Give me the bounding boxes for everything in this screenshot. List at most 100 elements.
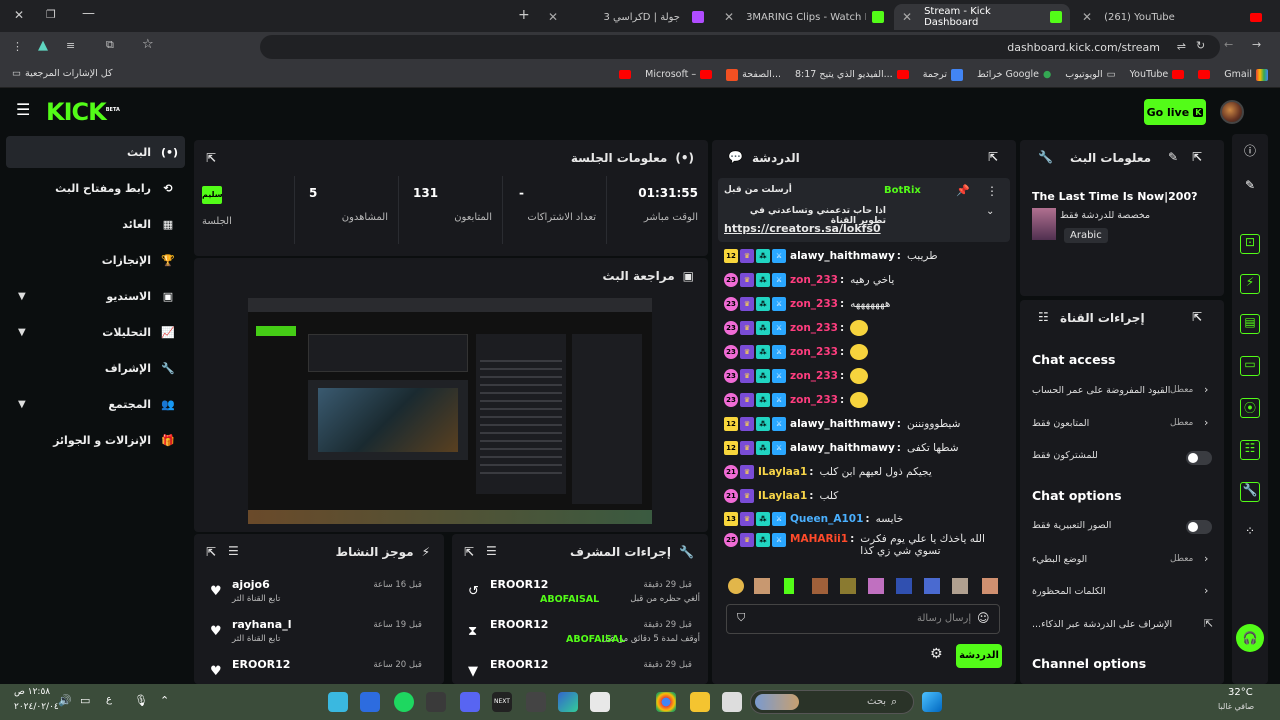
expand-icon[interactable]: ⇱ <box>206 545 216 559</box>
bookmark-all[interactable]: ▭ كل الإشارات المرجعية <box>12 68 113 79</box>
sidebar-item-analytics[interactable]: ▼ التحليلات 📈 <box>6 316 185 348</box>
bookmark-item[interactable]: Gmail <box>1224 68 1268 81</box>
pinned-link[interactable]: https://creators.sa/lokfs0 <box>724 222 881 235</box>
forward-icon[interactable]: ← <box>1224 38 1233 51</box>
activity-user[interactable]: rayhana_l <box>232 618 291 631</box>
microphone-icon[interactable]: 🎙 <box>134 694 148 707</box>
chat-username[interactable]: Queen_A101 <box>790 513 863 525</box>
setting-ai-moderation[interactable]: ...الإشراف على الدردشة عبر الذكاء ⇱ <box>1032 611 1213 639</box>
setting-banned-words[interactable]: الكلمات المحظورة › <box>1032 578 1212 606</box>
chat-username[interactable]: alawy_haithmawy <box>790 418 895 430</box>
app-icon[interactable]: NEXT <box>492 692 512 712</box>
chat-username[interactable]: zon_233 <box>790 370 838 382</box>
discord-icon[interactable] <box>460 692 480 712</box>
menu-dots-icon[interactable]: ⋮ <box>12 40 23 53</box>
mod-user[interactable]: ABOFAISAL <box>540 594 599 605</box>
clock-time[interactable]: ١٢:٥٨ ص <box>14 687 50 697</box>
sidebar-item-stream[interactable]: البث (•) <box>6 136 185 168</box>
setting-followers-only[interactable]: المتابعون فقط معطل › <box>1032 410 1212 438</box>
spotify-icon[interactable] <box>394 692 414 712</box>
expand-icon[interactable]: ⇱ <box>1192 310 1202 324</box>
taskbar-search[interactable]: ⌕ بحث <box>750 690 914 714</box>
filter-icon[interactable]: ☰ <box>486 544 497 558</box>
weather-temp[interactable]: 32°C <box>1228 687 1253 698</box>
volume-icon[interactable]: 🔊 <box>58 694 72 707</box>
app-icon[interactable] <box>360 692 380 712</box>
chrome-icon[interactable] <box>656 692 676 712</box>
sidebar-item-stream-key[interactable]: رابط ومفتاح البث ⟲ <box>6 172 185 204</box>
queue-icon[interactable]: ≡ <box>66 39 75 52</box>
setting-slow-mode[interactable]: الوضع البطيء معطل › <box>1032 546 1212 574</box>
tab-3maring-clips[interactable]: ✕ 3MARING Clips - Watch Live on <box>716 4 892 30</box>
new-tab-icon[interactable]: + <box>518 7 530 23</box>
chat-username[interactable]: zon_233 <box>790 394 838 406</box>
site-settings-icon[interactable]: ⇌ <box>1177 40 1186 53</box>
notes-icon[interactable]: ▤ <box>1240 314 1260 334</box>
tab-3d-chairs[interactable]: ✕ كراسي 3D | جولة <box>540 4 712 30</box>
expand-icon[interactable]: ⇱ <box>1192 150 1202 164</box>
apps-icon[interactable]: ⁘ <box>1240 524 1260 544</box>
bookmark-item[interactable]: الويوتيوب ▭ <box>1065 69 1115 80</box>
emote-icon[interactable] <box>982 578 998 594</box>
activity-user[interactable]: EROOR12 <box>232 658 290 671</box>
stream-preview-video[interactable] <box>248 298 652 524</box>
app-icon[interactable] <box>426 692 446 712</box>
expand-icon[interactable]: ⇱ <box>206 151 216 165</box>
extensions-puzzle-icon[interactable]: ⧉ <box>106 38 114 52</box>
edit-pencil-icon[interactable]: ✎ <box>1240 178 1260 198</box>
bookmark-item[interactable] <box>619 70 632 79</box>
store-icon[interactable] <box>590 692 610 712</box>
minimize-window-icon[interactable]: — <box>82 6 95 21</box>
battery-icon[interactable]: ▭ <box>80 694 90 707</box>
bookmark-item[interactable]: خرائط Google ● <box>977 69 1051 80</box>
close-tab-icon[interactable]: ✕ <box>1082 10 1092 24</box>
hamburger-menu-icon[interactable]: ☰ <box>16 100 30 119</box>
reload-icon[interactable]: ↻ <box>1196 39 1205 52</box>
chevron-up-icon[interactable]: ⌃ <box>160 694 169 707</box>
bookmark-item[interactable]: الصفحة... <box>726 68 781 81</box>
filter-icon[interactable]: ☰ <box>228 544 239 558</box>
emote-icon[interactable] <box>840 578 856 594</box>
screenshot-icon[interactable]: ⊡ <box>1240 234 1260 254</box>
restore-window-icon[interactable]: ❐ <box>46 8 56 21</box>
setting-account-age[interactable]: القيود المفروضة على عمر الحساب معطل › <box>1032 377 1212 405</box>
sidebar-item-community[interactable]: ▼ المجتمع 👥 <box>6 388 185 420</box>
close-tab-icon[interactable]: ✕ <box>548 10 558 24</box>
close-tab-icon[interactable]: ✕ <box>902 10 912 24</box>
chat-username[interactable]: MAHARii1 <box>790 533 848 545</box>
bookmark-star-icon[interactable]: ☆ <box>142 37 154 52</box>
subscribers-only-toggle[interactable] <box>1186 451 1212 465</box>
mod-target-user[interactable]: EROOR12 <box>490 578 548 591</box>
send-chat-button[interactable]: الدردشة <box>956 644 1002 668</box>
support-headset-icon[interactable]: 🎧 <box>1236 624 1264 652</box>
chat-username[interactable]: alawy_haithmawy <box>790 442 895 454</box>
app-icon[interactable] <box>328 692 348 712</box>
shield-icon[interactable]: ⛉ <box>737 611 745 625</box>
chat-username[interactable]: zon_233 <box>790 322 838 334</box>
chat-username[interactable]: zon_233 <box>790 298 838 310</box>
emote-icon[interactable] <box>896 578 912 594</box>
emote-icon[interactable] <box>754 578 770 594</box>
emote-icon[interactable] <box>812 578 828 594</box>
tab-youtube[interactable]: ✕ (261) YouTube <box>1074 4 1270 30</box>
chat-username[interactable]: ILaylaa1 <box>758 490 807 502</box>
app-icon[interactable] <box>722 692 742 712</box>
chevron-down-icon[interactable]: ⌄ <box>986 206 994 217</box>
language-indicator[interactable]: ع <box>106 694 112 705</box>
expand-icon[interactable]: ⇱ <box>988 150 998 164</box>
file-explorer-icon[interactable] <box>690 692 710 712</box>
bookmark-item[interactable]: 8:17 الفيديو الذي يتيح... <box>795 69 909 80</box>
edge-icon[interactable] <box>558 692 578 712</box>
sidebar-item-studio[interactable]: ▼ الاستديو ▣ <box>6 280 185 312</box>
pin-icon[interactable]: 📌 <box>956 184 970 197</box>
start-icon[interactable] <box>922 692 942 712</box>
gear-icon[interactable]: ⚙ <box>930 646 943 662</box>
tab-kick-dashboard[interactable]: ✕ Stream - Kick Dashboard <box>894 4 1070 30</box>
url-field[interactable]: dashboard.kick.com/stream ⇌ <box>260 35 1220 59</box>
sidebar-item-drops[interactable]: الإنزالات و الجوائز 🎁 <box>6 424 185 456</box>
chat-username[interactable]: zon_233 <box>790 346 838 358</box>
expand-icon[interactable]: ⇱ <box>464 545 474 559</box>
activity-user[interactable]: ajojo6 <box>232 578 270 591</box>
close-tab-icon[interactable]: ✕ <box>724 10 734 24</box>
channel-actions-icon[interactable]: ☷ <box>1240 440 1260 460</box>
